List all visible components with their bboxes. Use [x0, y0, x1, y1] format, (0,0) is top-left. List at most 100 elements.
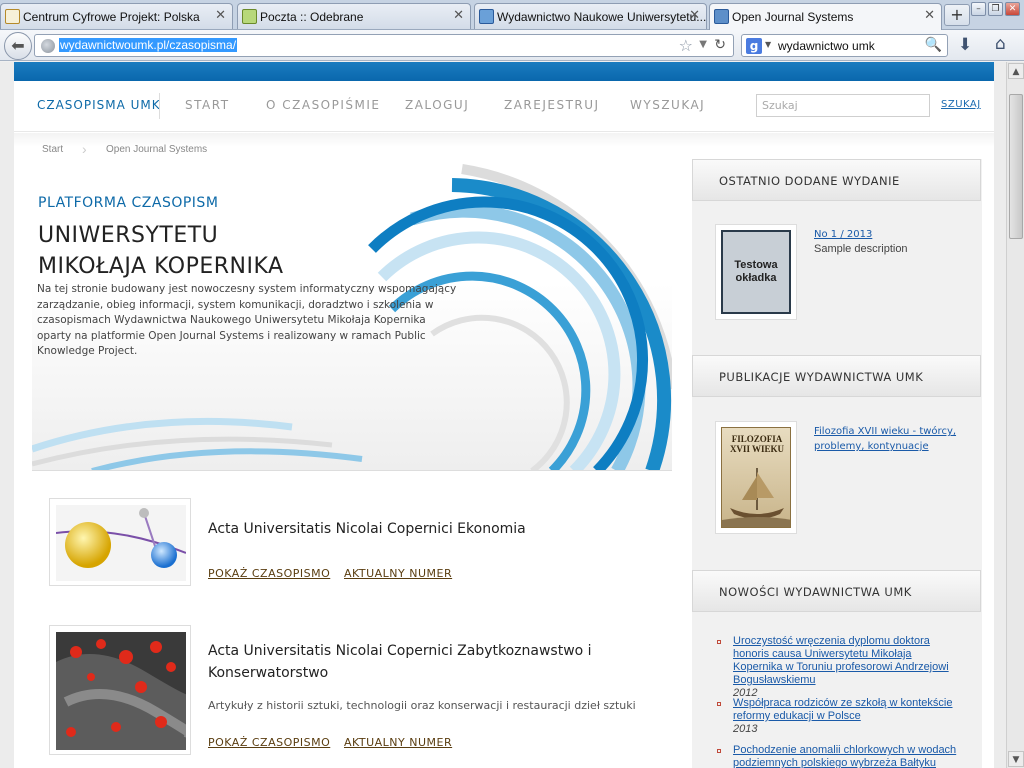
engine-dropdown-icon[interactable]: ▼	[765, 40, 771, 49]
atom-molecule-icon	[56, 505, 186, 581]
site-brand[interactable]: CZASOPISMA UMK	[37, 98, 161, 112]
journal-thumbnail[interactable]	[49, 625, 191, 755]
news-item: Pochodzenie anomalii chlorkowych w wodac…	[717, 744, 962, 768]
breadcrumb: Start › Open Journal Systems	[42, 141, 207, 157]
url-text[interactable]: wydawnictwoumk.pl/czasopisma/	[59, 38, 238, 52]
latest-issue-cover[interactable]: Testowa okładka	[715, 224, 797, 320]
show-journal-link[interactable]: POKAŻ CZASOPISMO	[208, 736, 330, 749]
breadcrumb-start[interactable]: Start	[42, 144, 63, 155]
journal-title[interactable]: Acta Universitatis Nicolai Copernici Eko…	[208, 518, 648, 540]
scroll-down-icon[interactable]: ▼	[1008, 751, 1024, 767]
book-link[interactable]: Filozofia XVII wieku - twórcy, problemy,…	[814, 424, 964, 454]
reload-icon[interactable]: ↻	[714, 37, 726, 53]
journal-thumbnail[interactable]	[49, 498, 191, 586]
cover-text: Testowa okładka	[721, 230, 791, 314]
menu-search[interactable]: WYSZUKAJ	[630, 98, 705, 112]
search-query[interactable]: wydawnictwo umk	[778, 39, 875, 53]
browser-search-bar[interactable]: g ▼ wydawnictwo umk 🔍	[741, 34, 948, 57]
google-icon[interactable]: g	[746, 38, 762, 54]
hero-title-line2: MIKOŁAJA KOPERNIKA	[38, 254, 284, 279]
page-scrollbar[interactable]: ▲ ▼	[1006, 62, 1024, 768]
umk-favicon-icon	[479, 9, 494, 24]
sculpture-photo-icon	[56, 632, 186, 750]
tab-label: Centrum Cyfrowe Projekt: Polska	[23, 9, 200, 24]
ojs-favicon-icon	[714, 9, 729, 24]
hero-kicker: PLATFORMA CZASOPISM	[38, 195, 219, 211]
news-link[interactable]: Uroczystość wręczenia dyplomu doktora ho…	[733, 635, 962, 687]
bullet-icon	[717, 640, 721, 644]
menu-about[interactable]: O CZASOPIŚMIE	[266, 98, 381, 112]
close-tab-icon[interactable]: ✕	[215, 7, 226, 23]
heading-text: NOWOŚCI WYDAWNICTWA UMK	[719, 585, 912, 599]
mail-favicon-icon	[242, 9, 257, 24]
bullet-icon	[717, 749, 721, 753]
centrum-cyfrowe-favicon-icon	[5, 9, 20, 24]
address-bar[interactable]: wydawnictwoumk.pl/czasopisma/ ☆ ▼ ↻	[34, 34, 734, 57]
minimize-icon[interactable]: –	[971, 2, 986, 16]
news-item: Uroczystość wręczenia dyplomu doktora ho…	[717, 635, 962, 700]
tab-poczta[interactable]: Poczta :: Odebrane ✕	[237, 3, 471, 29]
window-controls: – ❐ ✕	[971, 2, 1020, 16]
sidebar: OSTATNIO DODANE WYDANIE Testowa okładka …	[692, 159, 982, 768]
tab-label: Poczta :: Odebrane	[260, 9, 364, 24]
close-tab-icon[interactable]: ✕	[453, 7, 464, 23]
heading-text: PUBLIKACJE WYDAWNICTWA UMK	[719, 370, 924, 384]
sidebar-heading-latest: OSTATNIO DODANE WYDANIE	[692, 159, 981, 201]
site-search-input[interactable]: Szukaj	[756, 94, 930, 117]
breadcrumb-chevron-icon: ›	[82, 141, 87, 157]
hero-banner: PLATFORMA CZASOPISM UNIWERSYTETU MIKOŁAJ…	[32, 159, 672, 471]
latest-issue-link[interactable]: No 1 / 2013	[814, 227, 872, 242]
book-cover[interactable]: FILOZOFIA XVII WIEKU	[715, 421, 797, 534]
hero-title-line1: UNIWERSYTETU	[38, 223, 219, 248]
current-issue-link[interactable]: AKTUALNY NUMER	[344, 736, 452, 749]
menu-login[interactable]: ZALOGUJ	[405, 98, 469, 112]
search-icon[interactable]: 🔍	[925, 37, 942, 53]
tab-label: Wydawnictwo Naukowe Uniwersytetu...	[497, 9, 707, 24]
site-search-button[interactable]: SZUKAJ	[941, 99, 981, 110]
latest-issue-description: Sample description	[814, 243, 908, 255]
tab-open-journal-systems[interactable]: Open Journal Systems ✕	[709, 3, 942, 30]
bookmark-star-icon[interactable]: ☆	[679, 36, 693, 55]
tab-wydawnictwo[interactable]: Wydawnictwo Naukowe Uniwersytetu... ✕	[474, 3, 707, 29]
journal-description: Artykuły z historii sztuki, technologii …	[208, 699, 636, 712]
menu-start[interactable]: START	[185, 98, 230, 112]
scrollbar-thumb[interactable]	[1009, 94, 1023, 239]
search-placeholder: Szukaj	[762, 99, 798, 112]
heading-text: OSTATNIO DODANE WYDANIE	[719, 174, 900, 188]
sidebar-heading-news: NOWOŚCI WYDAWNICTWA UMK	[692, 570, 981, 612]
globe-icon	[41, 39, 55, 53]
menu-register[interactable]: ZAREJESTRUJ	[504, 98, 600, 112]
close-tab-icon[interactable]: ✕	[924, 7, 935, 23]
home-icon[interactable]: ⌂	[995, 34, 1006, 54]
scroll-up-icon[interactable]: ▲	[1008, 63, 1024, 79]
menu-separator	[159, 93, 160, 119]
browser-nav-bar: ⬅ wydawnictwoumk.pl/czasopisma/ ☆ ▼ ↻ g …	[0, 30, 1024, 61]
tab-centrum-cyfrowe[interactable]: Centrum Cyfrowe Projekt: Polska ✕	[0, 3, 233, 29]
close-window-icon[interactable]: ✕	[1005, 2, 1020, 16]
journal-title[interactable]: Acta Universitatis Nicolai Copernici Zab…	[208, 640, 648, 684]
ship-engraving-icon	[722, 468, 790, 527]
new-tab-button[interactable]: +	[944, 4, 970, 26]
downloads-icon[interactable]: ⬇	[958, 35, 972, 55]
show-journal-link[interactable]: POKAŻ CZASOPISMO	[208, 567, 330, 580]
browser-tab-bar: Centrum Cyfrowe Projekt: Polska ✕ Poczta…	[0, 0, 1024, 30]
back-arrow-icon: ⬅	[11, 36, 25, 55]
current-issue-link[interactable]: AKTUALNY NUMER	[344, 567, 452, 580]
bullet-icon	[717, 702, 721, 706]
news-item: Współpraca rodziców ze szkołą w kontekśc…	[717, 697, 962, 736]
news-year: 2013	[733, 723, 758, 735]
site-menu: CZASOPISMA UMK START O CZASOPIŚMIE ZALOG…	[14, 81, 994, 132]
hero-description: Na tej stronie budowany jest nowoczesny …	[37, 283, 457, 357]
page-viewport: CZASOPISMA UMK START O CZASOPIŚMIE ZALOG…	[0, 62, 1006, 768]
history-dropdown-icon[interactable]: ▼	[699, 39, 707, 50]
news-link[interactable]: Pochodzenie anomalii chlorkowych w wodac…	[733, 744, 962, 768]
breadcrumb-current: Open Journal Systems	[106, 144, 208, 155]
book-cover-art: FILOZOFIA XVII WIEKU	[721, 427, 791, 528]
top-color-bar	[14, 62, 994, 81]
maximize-icon[interactable]: ❐	[988, 2, 1003, 16]
sidebar-heading-publications: PUBLIKACJE WYDAWNICTWA UMK	[692, 355, 981, 397]
page: CZASOPISMA UMK START O CZASOPIŚMIE ZALOG…	[14, 62, 994, 768]
news-link[interactable]: Współpraca rodziców ze szkołą w kontekśc…	[733, 697, 962, 723]
close-tab-icon[interactable]: ✕	[689, 7, 700, 23]
back-button[interactable]: ⬅	[4, 32, 32, 60]
